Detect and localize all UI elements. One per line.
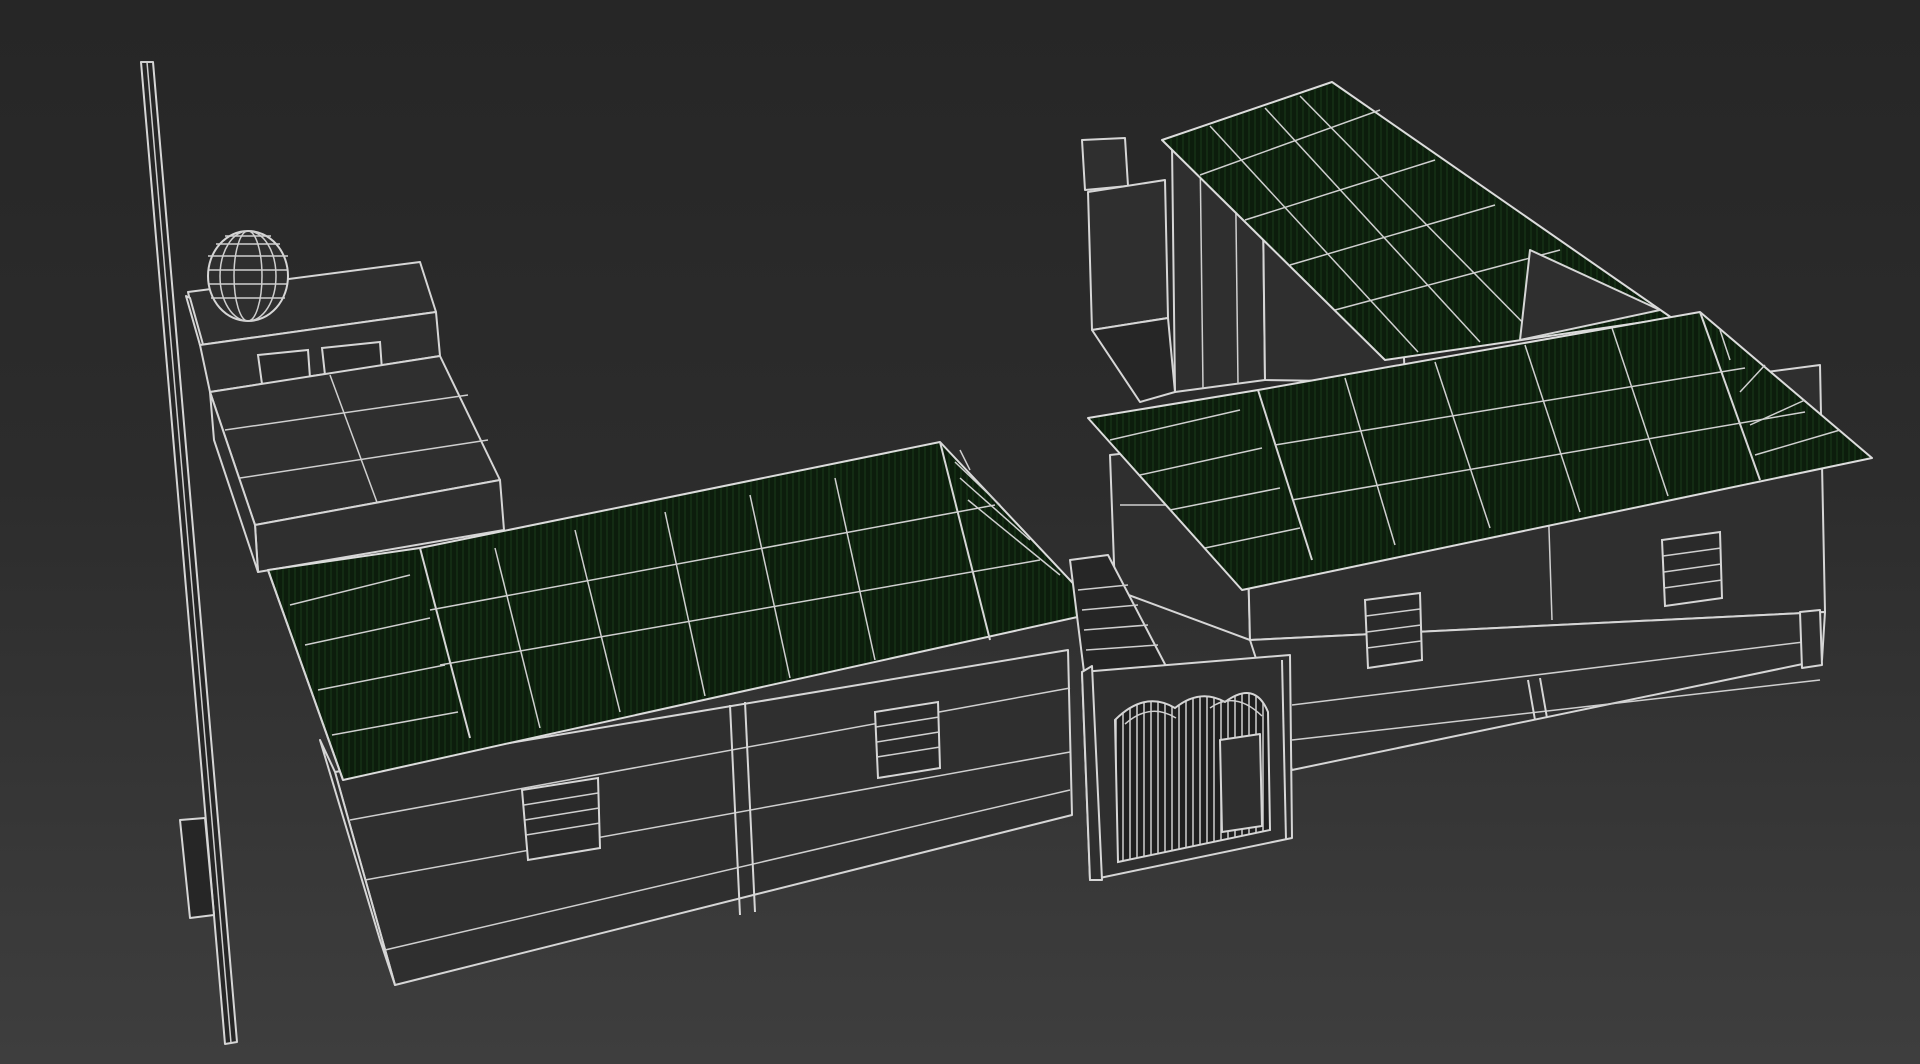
wireframe-scene[interactable] [0,0,1920,1064]
utility-pole[interactable] [140,61,238,1045]
3d-viewport[interactable] [0,0,1920,1064]
water-tank[interactable] [207,230,289,322]
front-gate[interactable] [1081,654,1293,881]
chimney[interactable] [1081,137,1169,331]
